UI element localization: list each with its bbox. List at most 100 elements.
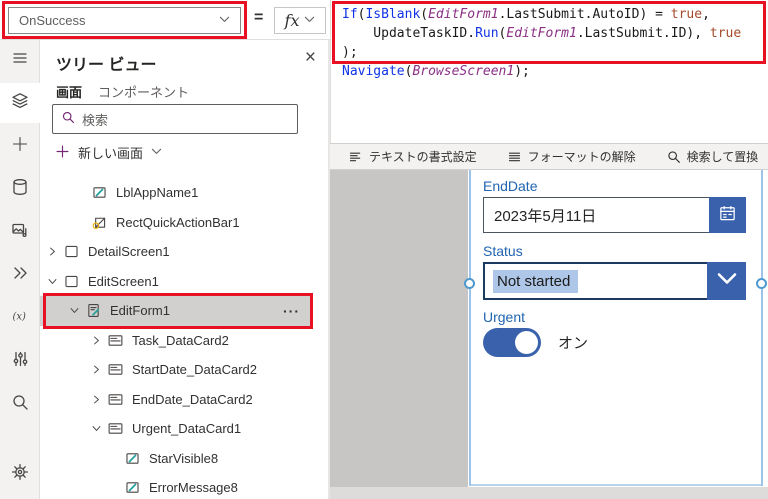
rail-item-menu[interactable] [0,40,40,80]
fx-button[interactable]: fx [274,7,326,34]
tree-item-label: StarVisible8 [149,450,219,466]
close-icon[interactable]: × [305,48,316,67]
data-icon [10,177,30,202]
rail-item-media[interactable] [0,212,40,252]
form-icon [85,302,102,319]
rail-item-settings[interactable] [0,454,40,494]
status-label: Status [483,243,523,259]
tree-item-EditScreen1[interactable]: EditScreen1 [40,267,328,297]
edit-screen-canvas[interactable]: EndDate 2023年5月11日 Status Not started Ur… [468,170,768,487]
chevron-down-icon [219,13,230,28]
tree-item-partial [40,163,328,178]
tree-item-label: ErrorMessage8 [149,480,238,496]
form-selection-line-right [761,170,763,486]
rail-item-data[interactable] [0,169,40,209]
menu-icon [10,48,30,73]
media-icon [10,220,30,245]
label-icon [124,450,141,467]
toolbar-button-label: フォーマットの解除 [527,150,636,164]
tree-item-EditForm1[interactable]: EditForm1 ··· [40,293,313,329]
rail-item-plus[interactable] [0,126,40,166]
rail-item-search[interactable] [0,384,40,424]
datacard-icon [107,391,124,408]
end-date-label: EndDate [483,178,538,194]
plus-icon [10,134,30,159]
formula-bar[interactable]: If(IsBlank(EditForm1.LastSubmit.AutoID) … [330,0,768,143]
fx-icon: fx [284,10,300,30]
rail-item-tree-view[interactable] [0,83,40,123]
chevron-down-icon [304,12,315,30]
new-screen-label: 新しい画面 [78,146,144,161]
canvas-area: EndDate 2023年5月11日 Status Not started Ur… [330,170,768,499]
selection-handle-left[interactable] [464,278,475,289]
form-selection-line-bottom [471,484,761,486]
selection-handle-right[interactable] [756,278,767,289]
tools-icon [10,349,30,374]
chevron-right-icon[interactable] [90,363,103,376]
urgent-toggle-state: オン [558,335,589,352]
search-input[interactable]: 検索 [52,104,298,134]
dropdown-chevron-button[interactable] [707,262,746,300]
tree-list: LblAppName1 RectQuickActionBar1 DetailScre… [40,163,328,499]
chevron-right-icon[interactable] [90,334,103,347]
tree-item-label: EditScreen1 [88,273,159,289]
tree-item-EndDate_DataCard2[interactable]: EndDate_DataCard2 [40,385,328,415]
formula-line: Navigate(BrowseScreen1); [342,64,530,79]
formula-line: If(IsBlank(EditForm1.LastSubmit.AutoID) … [342,7,710,22]
property-selector[interactable]: OnSuccess [8,7,241,34]
tree-item-label: RectQuickActionBar1 [116,214,240,230]
clear-format-icon [507,149,522,164]
chevron-down-icon[interactable] [90,422,103,435]
end-date-value: 2023年5月11日 [494,207,597,225]
toolbar-button-label: テキストの書式設定 [369,150,477,164]
svg-text:(x): (x) [13,311,27,322]
chevron-down-icon[interactable] [46,275,59,288]
rail-item-variables[interactable]: (x) [0,298,40,338]
tree-item-DetailScreen1[interactable]: DetailScreen1 [40,237,328,267]
calendar-button[interactable] [709,197,746,233]
formula-code[interactable]: If(IsBlank(EditForm1.LastSubmit.AutoID) … [342,5,741,81]
tree-item-StarVisible8[interactable]: StarVisible8 [40,444,328,474]
label-icon [124,479,141,496]
left-rail-bottom [0,454,40,497]
rail-item-tools[interactable] [0,341,40,381]
screen-icon [63,273,80,290]
formula-toolbar: テキストの書式設定 フォーマットの解除 検索して置換 [330,143,768,170]
tree-item-Task_DataCard2[interactable]: Task_DataCard2 [40,326,328,356]
search-replace-icon [666,149,681,164]
form-selection-line-left [469,170,471,486]
clear-format-button[interactable]: フォーマットの解除 [507,148,636,165]
rail-item-flow[interactable] [0,255,40,295]
tree-view-panel: ツリー ビュー × 画面 コンポーネント 検索 新しい画面 LblAppName1… [40,40,330,499]
label-icon [91,163,108,166]
tree-item-options-button[interactable]: ··· [283,303,312,319]
tree-item-StartDate_DataCard2[interactable]: StartDate_DataCard2 [40,355,328,385]
canvas-bottom-strip [330,487,768,499]
tree-item-label: EndDate_DataCard2 [132,391,253,407]
tree-item-RectQuickActionBar1[interactable]: RectQuickActionBar1 [40,208,328,238]
tree-item-label: EditForm1 [110,303,170,319]
urgent-toggle[interactable] [483,328,541,357]
new-screen-button[interactable]: 新しい画面 [55,143,162,162]
status-dropdown[interactable]: Not started [483,262,746,300]
toggle-knob [515,331,538,354]
panel-title: ツリー ビュー [56,57,157,74]
formula-line: UpdateTaskID.Run(EditForm1.LastSubmit.ID… [342,26,742,41]
end-date-input[interactable]: 2023年5月11日 [483,197,746,233]
chevron-down-icon [717,269,737,294]
datacard-icon [107,361,124,378]
tree-item-Urgent_DataCard1[interactable]: Urgent_DataCard1 [40,414,328,444]
chevron-right-icon[interactable] [46,245,59,258]
chevron-down-icon[interactable] [68,304,81,317]
tree-item-LblAppName1[interactable]: LblAppName1 [40,178,328,208]
tree-item-label: Task_DataCard2 [132,332,229,348]
search-replace-button[interactable]: 検索して置換 [666,148,758,165]
tree-item-ErrorMessage8[interactable]: ErrorMessage8 [40,473,328,499]
format-text-button[interactable]: テキストの書式設定 [348,148,477,165]
search-icon [10,392,30,417]
status-dropdown-value: Not started [493,269,579,293]
flow-icon [10,263,30,288]
shape-icon [91,214,108,231]
tree-view-icon [10,91,30,116]
chevron-right-icon[interactable] [90,393,103,406]
